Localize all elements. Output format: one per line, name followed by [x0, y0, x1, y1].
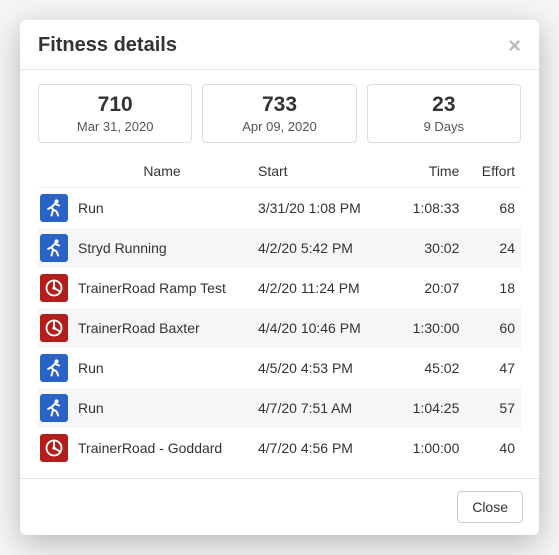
activity-effort: 60 [465, 308, 521, 348]
stat-value: 23 [374, 93, 514, 117]
activity-name: Run [72, 348, 252, 388]
activity-start: 3/31/20 1:08 PM [252, 188, 393, 229]
activity-time: 1:00:00 [393, 428, 465, 468]
table-row: Run3/31/20 1:08 PM1:08:3368 [38, 188, 521, 229]
activity-start: 4/2/20 5:42 PM [252, 228, 393, 268]
activity-start: 4/2/20 11:24 PM [252, 268, 393, 308]
modal-header: Fitness details × [20, 20, 539, 70]
stats-row: 710 Mar 31, 2020 733 Apr 09, 2020 23 9 D… [38, 84, 521, 143]
activity-icon [40, 434, 68, 462]
activity-time: 20:07 [393, 268, 465, 308]
col-header-name: Name [72, 155, 252, 188]
stat-label: Apr 09, 2020 [209, 119, 349, 134]
activity-table: Name Start Time Effort Run3/31/20 1:08 P… [38, 155, 521, 468]
activity-icon [40, 394, 68, 422]
stat-box-delta: 23 9 Days [367, 84, 521, 143]
activity-icon [40, 194, 68, 222]
stat-value: 710 [45, 93, 185, 117]
running-icon [44, 238, 64, 258]
activity-effort: 18 [465, 268, 521, 308]
activity-icon [40, 354, 68, 382]
activity-time: 1:30:00 [393, 308, 465, 348]
close-button[interactable]: Close [457, 491, 523, 523]
trainerroad-icon [44, 278, 64, 298]
stat-value: 733 [209, 93, 349, 117]
table-row: TrainerRoad Ramp Test4/2/20 11:24 PM20:0… [38, 268, 521, 308]
activity-time: 45:02 [393, 348, 465, 388]
col-header-effort: Effort [465, 155, 521, 188]
activity-effort: 47 [465, 348, 521, 388]
activity-effort: 40 [465, 428, 521, 468]
activity-time: 1:04:25 [393, 388, 465, 428]
activity-name: Stryd Running [72, 228, 252, 268]
trainerroad-icon [44, 318, 64, 338]
activity-effort: 57 [465, 388, 521, 428]
table-row: TrainerRoad Baxter4/4/20 10:46 PM1:30:00… [38, 308, 521, 348]
running-icon [44, 398, 64, 418]
col-header-time: Time [393, 155, 465, 188]
modal-footer: Close [20, 478, 539, 535]
modal-title: Fitness details [38, 34, 177, 57]
activity-name: TrainerRoad Ramp Test [72, 268, 252, 308]
running-icon [44, 358, 64, 378]
stat-label: Mar 31, 2020 [45, 119, 185, 134]
fitness-details-modal: Fitness details × 710 Mar 31, 2020 733 A… [20, 20, 539, 535]
modal-body: 710 Mar 31, 2020 733 Apr 09, 2020 23 9 D… [20, 70, 539, 478]
activity-time: 30:02 [393, 228, 465, 268]
table-row: Run4/7/20 7:51 AM1:04:2557 [38, 388, 521, 428]
activity-icon [40, 274, 68, 302]
stat-box-start: 710 Mar 31, 2020 [38, 84, 192, 143]
activity-start: 4/7/20 7:51 AM [252, 388, 393, 428]
activity-name: TrainerRoad - Goddard [72, 428, 252, 468]
stat-label: 9 Days [374, 119, 514, 134]
trainerroad-icon [44, 438, 64, 458]
activity-start: 4/5/20 4:53 PM [252, 348, 393, 388]
table-row: TrainerRoad - Goddard4/7/20 4:56 PM1:00:… [38, 428, 521, 468]
activity-effort: 24 [465, 228, 521, 268]
running-icon [44, 198, 64, 218]
activity-time: 1:08:33 [393, 188, 465, 229]
activity-icon [40, 314, 68, 342]
activity-start: 4/7/20 4:56 PM [252, 428, 393, 468]
activity-effort: 68 [465, 188, 521, 229]
activity-icon [40, 234, 68, 262]
close-icon[interactable]: × [508, 35, 521, 57]
table-row: Stryd Running4/2/20 5:42 PM30:0224 [38, 228, 521, 268]
col-header-start: Start [252, 155, 393, 188]
table-row: Run4/5/20 4:53 PM45:0247 [38, 348, 521, 388]
activity-name: Run [72, 188, 252, 229]
activity-name: TrainerRoad Baxter [72, 308, 252, 348]
stat-box-end: 733 Apr 09, 2020 [202, 84, 356, 143]
activity-start: 4/4/20 10:46 PM [252, 308, 393, 348]
activity-name: Run [72, 388, 252, 428]
